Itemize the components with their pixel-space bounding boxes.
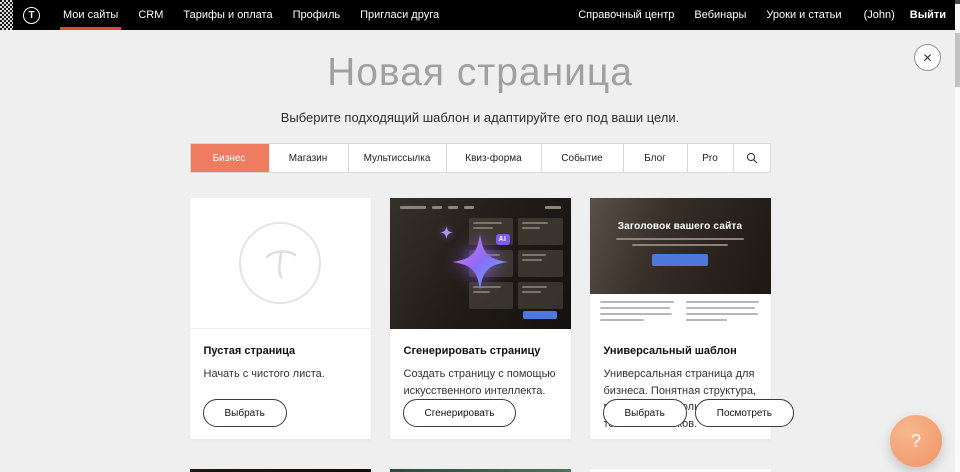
scrollbar-thumb[interactable] [955, 33, 960, 87]
ai-generate-preview[interactable]: AI [390, 198, 571, 329]
view-button[interactable]: Посмотреть [695, 399, 794, 427]
choose-button[interactable]: Выбрать [203, 399, 287, 427]
template-grid: Пустая страница Начать с чистого листа. … [190, 198, 771, 472]
scrollbar-arrow[interactable] [955, 0, 960, 4]
tab-search[interactable] [734, 144, 770, 172]
close-button[interactable]: ✕ [914, 44, 941, 71]
choose-button[interactable]: Выбрать [603, 399, 687, 427]
card-title: Универсальный шаблон [604, 345, 757, 357]
preview-heading: Заголовок вашего сайта [618, 221, 743, 232]
secondary-menu: Справочный центр Вебинары Уроки и статьи… [568, 0, 960, 30]
tilda-watermark-icon [239, 222, 321, 304]
nav-my-sites[interactable]: Мои сайты [53, 0, 128, 30]
template-card-universal: Заголовок вашего сайта Универсальный шаб… [590, 198, 771, 439]
tab-blog[interactable]: Блог [624, 144, 688, 172]
nav-tariffs[interactable]: Тарифы и оплата [173, 0, 282, 30]
card-body: Сгенерировать страницу Создать страницу … [390, 329, 571, 399]
card-actions: Сгенерировать [403, 399, 517, 427]
logout-link[interactable]: Выйти [900, 0, 948, 30]
nav-help-center[interactable]: Справочный центр [568, 0, 684, 30]
new-page-dialog: ✕ Новая страница Выберите подходящий шаб… [0, 30, 960, 472]
tab-pro[interactable]: Pro [688, 144, 734, 172]
nav-crm[interactable]: CRM [128, 0, 173, 30]
help-button[interactable]: ? [890, 415, 942, 467]
preview-text-section [590, 294, 771, 329]
card-actions: Выбрать Посмотреть [603, 399, 794, 427]
search-icon [746, 152, 758, 164]
card-actions: Выбрать [203, 399, 287, 427]
question-mark-icon: ? [911, 431, 921, 452]
preview-caption-bar [616, 238, 744, 240]
tab-store[interactable]: Магазин [269, 144, 349, 172]
template-category-tabs: Бизнес Магазин Мультиссылка Квиз-форма С… [190, 143, 771, 173]
page-subtitle: Выберите подходящий шаблон и адаптируйте… [0, 110, 960, 125]
preview-header-bars [400, 206, 561, 209]
close-icon: ✕ [922, 51, 932, 65]
tab-multilink[interactable]: Мультиссылка [349, 144, 447, 172]
universal-template-preview[interactable]: Заголовок вашего сайта [590, 198, 771, 329]
tilda-logo-letter: T [28, 10, 34, 21]
user-name: (John) [864, 9, 895, 21]
window-edge-texture [0, 0, 13, 30]
preview-blue-button [523, 311, 557, 319]
nav-webinars[interactable]: Вебинары [684, 0, 756, 30]
tab-business[interactable]: Бизнес [191, 144, 269, 172]
page-scrollbar [955, 0, 960, 472]
tab-quiz-form[interactable]: Квиз-форма [447, 144, 542, 172]
top-navbar: T Мои сайты CRM Тарифы и оплата Профиль … [0, 0, 960, 30]
page-title: Новая страница [0, 51, 960, 95]
card-body: Пустая страница Начать с чистого листа. [190, 329, 371, 383]
preview-caption-bar [632, 244, 728, 246]
card-title: Пустая страница [204, 345, 357, 357]
card-description: Начать с чистого листа. [204, 366, 357, 383]
preview-hero: Заголовок вашего сайта [590, 198, 771, 294]
template-card-ai-generate: AI Сгенерировать страницу Создать страни… [390, 198, 571, 439]
blank-page-preview[interactable] [190, 198, 371, 329]
tab-event[interactable]: Событие [542, 144, 624, 172]
nav-lessons[interactable]: Уроки и статьи [756, 0, 851, 30]
template-card-blank: Пустая страница Начать с чистого листа. … [190, 198, 371, 439]
ai-badge: AI [496, 234, 510, 245]
generate-button[interactable]: Сгенерировать [403, 399, 517, 427]
preview-cta-button [652, 254, 708, 266]
main-menu: Мои сайты CRM Тарифы и оплата Профиль Пр… [53, 0, 449, 30]
tilda-logo[interactable]: T [23, 7, 40, 24]
nav-profile[interactable]: Профиль [283, 0, 351, 30]
card-title: Сгенерировать страницу [404, 345, 557, 357]
nav-invite-friend[interactable]: Пригласи друга [350, 0, 449, 30]
card-description: Создать страницу с помощью искусственног… [404, 366, 557, 399]
